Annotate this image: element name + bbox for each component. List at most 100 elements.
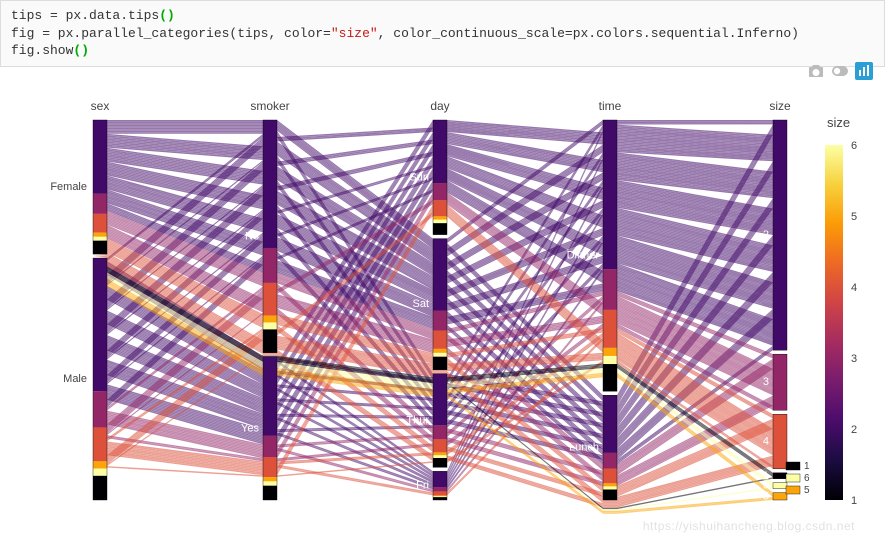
category-label: Dinner bbox=[567, 250, 600, 262]
category-bar[interactable] bbox=[93, 391, 107, 427]
category-bar[interactable] bbox=[433, 200, 447, 216]
category-bar[interactable] bbox=[603, 486, 617, 489]
category-bar[interactable] bbox=[433, 455, 447, 458]
category-bar[interactable] bbox=[93, 120, 107, 194]
category-bar[interactable] bbox=[263, 322, 277, 329]
colorbar-tick: 1 bbox=[851, 495, 857, 507]
category-bar[interactable] bbox=[433, 353, 447, 357]
svg-text:5: 5 bbox=[804, 485, 810, 496]
category-bar[interactable] bbox=[433, 223, 447, 234]
parallel-categories-chart[interactable]: sexFemaleMalesmokerNoYesdaySunSatThurFri… bbox=[10, 90, 875, 530]
category-bar[interactable] bbox=[433, 330, 447, 348]
category-bar[interactable] bbox=[433, 439, 447, 452]
category-bar[interactable] bbox=[433, 220, 447, 223]
category-bar[interactable] bbox=[263, 436, 277, 457]
category-bar[interactable] bbox=[433, 216, 447, 219]
modebar bbox=[807, 62, 873, 80]
category-bar[interactable] bbox=[773, 493, 787, 500]
category-bar[interactable] bbox=[603, 356, 617, 364]
category-bar[interactable] bbox=[93, 214, 107, 233]
category-label: Male bbox=[63, 373, 87, 385]
dimension-label: time bbox=[599, 99, 622, 113]
category-bar[interactable] bbox=[93, 469, 107, 476]
category-bar[interactable] bbox=[603, 453, 617, 469]
category-bar[interactable] bbox=[93, 237, 107, 241]
category-bar[interactable] bbox=[433, 487, 447, 491]
colorbar[interactable] bbox=[825, 145, 843, 500]
category-bar[interactable] bbox=[93, 427, 107, 461]
category-bar[interactable] bbox=[773, 473, 787, 479]
colorbar-tick: 4 bbox=[851, 282, 857, 294]
category-bar[interactable] bbox=[603, 483, 617, 486]
category-bar[interactable] bbox=[433, 495, 447, 496]
svg-text:6: 6 bbox=[804, 473, 810, 484]
category-label: 5 bbox=[763, 490, 769, 502]
category-bar[interactable] bbox=[773, 483, 787, 489]
category-bar[interactable] bbox=[603, 269, 617, 310]
category-bar[interactable] bbox=[433, 491, 447, 495]
category-bar[interactable] bbox=[433, 183, 447, 200]
category-bar[interactable] bbox=[93, 194, 107, 214]
category-bar[interactable] bbox=[433, 496, 447, 497]
category-bar[interactable] bbox=[263, 283, 277, 316]
dimension-label: smoker bbox=[250, 99, 289, 113]
camera-icon[interactable] bbox=[807, 62, 825, 80]
category-bar[interactable] bbox=[93, 461, 107, 468]
mini-legend: 165 bbox=[786, 461, 810, 496]
category-bar[interactable] bbox=[603, 364, 617, 391]
category-bar[interactable] bbox=[603, 120, 617, 269]
category-bar[interactable] bbox=[433, 120, 447, 183]
toggle-icon[interactable] bbox=[831, 62, 849, 80]
category-bar[interactable] bbox=[263, 477, 277, 481]
code-line-1: tips = px.data.tips() bbox=[11, 7, 874, 25]
category-label: Female bbox=[50, 181, 87, 193]
category-label: Yes bbox=[241, 422, 259, 434]
category-bar[interactable] bbox=[603, 490, 617, 500]
category-bar[interactable] bbox=[433, 497, 447, 500]
category-bar[interactable] bbox=[263, 486, 277, 500]
category-bar[interactable] bbox=[773, 120, 787, 350]
category-bar[interactable] bbox=[773, 354, 787, 410]
category-bar[interactable] bbox=[93, 241, 107, 254]
category-bar[interactable] bbox=[433, 452, 447, 455]
colorbar-tick: 5 bbox=[851, 211, 857, 223]
category-bar[interactable] bbox=[263, 120, 277, 248]
category-bar[interactable] bbox=[603, 395, 617, 453]
category-label: Sun bbox=[409, 171, 429, 183]
category-bar[interactable] bbox=[433, 425, 447, 439]
svg-text:1: 1 bbox=[804, 461, 810, 472]
category-bar[interactable] bbox=[93, 233, 107, 237]
category-bar[interactable] bbox=[433, 357, 447, 370]
category-label: No bbox=[245, 230, 259, 242]
category-label: 3 bbox=[763, 376, 769, 388]
category-bar[interactable] bbox=[433, 311, 447, 331]
category-bar[interactable] bbox=[773, 414, 787, 469]
category-bar[interactable] bbox=[433, 349, 447, 353]
category-bar[interactable] bbox=[433, 471, 447, 487]
paren-icon: () bbox=[73, 43, 89, 58]
category-bar[interactable] bbox=[433, 239, 447, 311]
category-bar[interactable] bbox=[433, 458, 447, 467]
category-bar[interactable] bbox=[263, 457, 277, 477]
category-bar[interactable] bbox=[603, 348, 617, 356]
category-bar[interactable] bbox=[93, 476, 107, 500]
category-label: Sat bbox=[412, 298, 429, 310]
colorbar-tick: 2 bbox=[851, 424, 857, 436]
category-label: 4 bbox=[763, 436, 769, 448]
dimension-label: sex bbox=[91, 99, 110, 113]
code-line-2: fig = px.parallel_categories(tips, color… bbox=[11, 25, 874, 43]
category-bar[interactable] bbox=[263, 315, 277, 322]
category-bar[interactable] bbox=[433, 374, 447, 425]
category-bar[interactable] bbox=[263, 329, 277, 352]
category-bar[interactable] bbox=[263, 357, 277, 436]
plotly-logo-icon[interactable] bbox=[855, 62, 873, 80]
category-bar[interactable] bbox=[603, 469, 617, 484]
category-label: Fri bbox=[416, 480, 429, 492]
colorbar-tick: 6 bbox=[851, 140, 857, 152]
colorbar-tick: 3 bbox=[851, 353, 857, 365]
category-bar[interactable] bbox=[263, 248, 277, 283]
category-bar[interactable] bbox=[93, 258, 107, 391]
category-label: Thur bbox=[406, 415, 429, 427]
category-bar[interactable] bbox=[603, 310, 617, 348]
category-bar[interactable] bbox=[263, 481, 277, 485]
